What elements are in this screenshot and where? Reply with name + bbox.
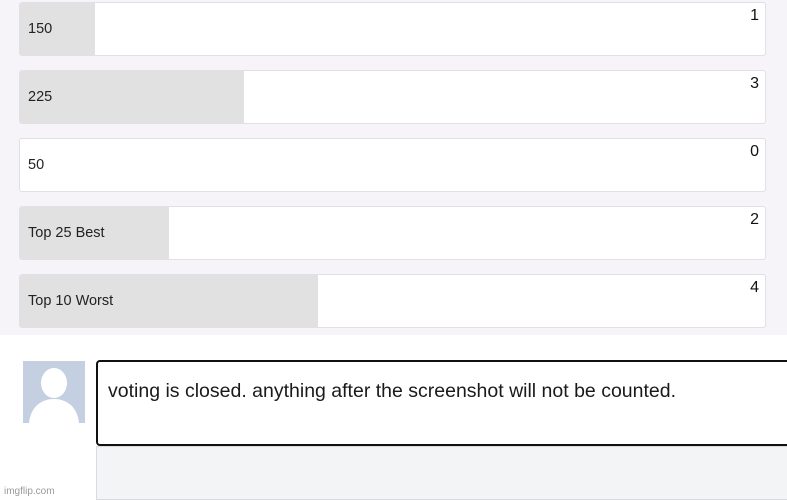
poll-option-label: Top 10 Worst bbox=[28, 293, 114, 309]
poll-vote-count: 1 bbox=[750, 7, 759, 24]
poll-option-50[interactable]: 50 0 bbox=[19, 138, 766, 192]
poll-results-panel: 150 1 225 3 50 0 Top 25 Best 2 Top 10 Wo… bbox=[0, 0, 787, 335]
poll-vote-count: 4 bbox=[750, 279, 759, 296]
comment-text: voting is closed. anything after the scr… bbox=[108, 380, 677, 402]
poll-option-label: 150 bbox=[28, 21, 53, 37]
comment-section: voting is closed. anything after the scr… bbox=[0, 335, 787, 500]
poll-vote-count: 0 bbox=[750, 143, 759, 160]
poll-option-top-10-worst[interactable]: Top 10 Worst 4 bbox=[19, 274, 766, 328]
poll-bar bbox=[20, 71, 244, 123]
avatar[interactable] bbox=[23, 361, 85, 423]
poll-option-225[interactable]: 225 3 bbox=[19, 70, 766, 124]
poll-vote-count: 3 bbox=[750, 75, 759, 92]
default-user-icon bbox=[23, 361, 85, 423]
comment-bubble: voting is closed. anything after the scr… bbox=[96, 360, 787, 446]
poll-option-150[interactable]: 150 1 bbox=[19, 2, 766, 56]
poll-option-top-25-best[interactable]: Top 25 Best 2 bbox=[19, 206, 766, 260]
poll-option-label: 50 bbox=[28, 157, 45, 173]
poll-option-label: 225 bbox=[28, 89, 53, 105]
watermark: imgflip.com bbox=[4, 486, 55, 497]
comment-footer bbox=[96, 446, 787, 500]
poll-option-label: Top 25 Best bbox=[28, 225, 105, 241]
poll-vote-count: 2 bbox=[750, 211, 759, 228]
